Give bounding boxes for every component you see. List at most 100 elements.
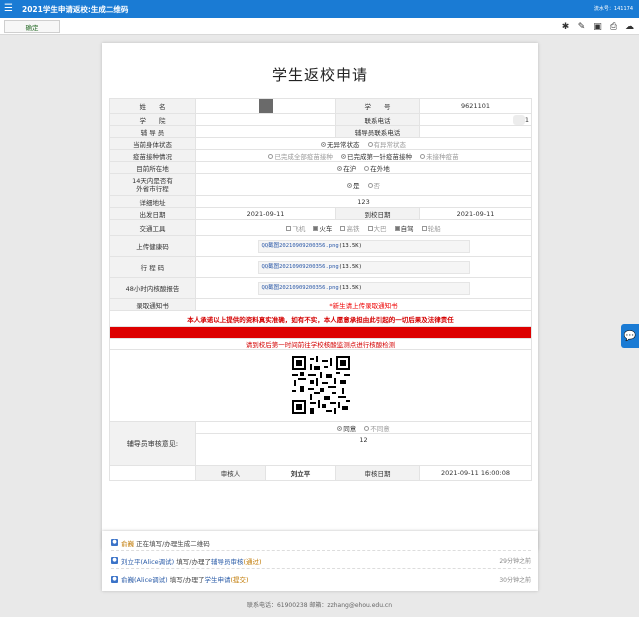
- review-date-value: 2021-09-11 16:00:08: [418, 465, 533, 481]
- log-user[interactable]: 刘立平(Alice调试): [121, 556, 174, 566]
- log-status: (提交): [230, 576, 249, 584]
- user-icon: ●: [111, 539, 118, 546]
- address-label: 详细地址: [109, 195, 196, 208]
- vaccine-label: 疫苗接种情况: [109, 149, 196, 162]
- log-step: 学生申请: [204, 576, 231, 584]
- counselor-phone-field[interactable]: [418, 125, 533, 138]
- trip-code-cell: QQ截图20210909200356.png(13.5K): [194, 256, 533, 278]
- review-label: 辅导员审核意见:: [109, 421, 196, 466]
- location-option-shanghai[interactable]: 在沪: [337, 165, 356, 173]
- workflow-log: ● 俞巍 正在填写/办理 生成二维码 ● 刘立平(Alice调试) 填写/办理了…: [102, 531, 538, 591]
- vaccine-option-none[interactable]: 未接种疫苗: [420, 153, 459, 161]
- save-icon[interactable]: ▣: [592, 21, 603, 32]
- transport-highspeed[interactable]: 高铁: [340, 225, 359, 233]
- transport-label: 交通工具: [109, 219, 196, 236]
- user-icon: ●: [111, 575, 118, 583]
- college-field[interactable]: [195, 113, 336, 126]
- review-option-disagree[interactable]: 不同意: [364, 425, 390, 433]
- log-action: 填写/办理了: [169, 576, 205, 584]
- log-user[interactable]: 俞巍: [121, 538, 134, 548]
- contact-phone-label: 联系电话: [335, 113, 420, 126]
- vaccine-option-full[interactable]: 已完成全部疫苗接种: [268, 153, 333, 161]
- print-icon[interactable]: ⎙: [608, 21, 619, 32]
- counselor-label: 辅 导 员: [109, 125, 196, 138]
- transport-plane[interactable]: 飞机: [286, 225, 305, 233]
- location-options: 在沪 在外地: [194, 161, 533, 174]
- redacted-blur: [512, 114, 525, 125]
- depart-value: 2021-09-11: [195, 207, 336, 220]
- location-option-outside[interactable]: 在外地: [364, 165, 390, 173]
- transport-train[interactable]: 火车: [313, 225, 332, 233]
- health-label: 当前身体状态: [109, 137, 196, 150]
- transport-ship[interactable]: 轮船: [421, 225, 441, 233]
- name-label: 姓 名: [109, 98, 196, 114]
- trip-code-file[interactable]: QQ截图20210909200356.png(13.5K): [257, 260, 470, 274]
- qr-code: [291, 355, 350, 414]
- vaccine-options: 已完成全部疫苗接种 已完成第一针疫苗接种 未接种疫苗: [194, 149, 533, 162]
- log-step: 生成二维码: [177, 539, 210, 548]
- log-item: ● 刘立平(Alice调试) 填写/办理了 辅导员审核 (通过) 29分钟之前: [111, 553, 531, 569]
- transport-car[interactable]: 自驾: [394, 225, 414, 233]
- contact-phone-value: 1: [418, 113, 533, 126]
- review-option-agree[interactable]: 同意: [337, 425, 356, 433]
- promise-text: 本人承诺以上提供的资料真实准确，如有不实，本人愿意承担由此引起的一切后果及法律责…: [108, 310, 533, 327]
- chat-icon[interactable]: 💬: [621, 324, 639, 348]
- red-banner: [108, 326, 533, 339]
- location-label: 目前所在地: [109, 161, 196, 174]
- review-spacer: [109, 465, 196, 481]
- address-value: 123: [194, 195, 533, 208]
- counselor-field[interactable]: [195, 125, 336, 138]
- edit-icon[interactable]: ✎: [576, 21, 587, 32]
- form-paper: 学生返校申请 姓 名 学 号 9621101 学 院 联系电话 1 辅 导 员 …: [102, 43, 538, 550]
- toolbar: 确定 ✱ ✎ ▣ ⎙ ☁: [0, 18, 639, 35]
- redacted-block: [258, 99, 273, 113]
- admission-note: *新生请上传录取通知书: [194, 298, 533, 311]
- transport-bus[interactable]: 大巴: [367, 225, 387, 233]
- arrive-label: 到校日期: [335, 207, 420, 220]
- college-label: 学 院: [109, 113, 196, 126]
- student-no-label: 学 号: [335, 98, 420, 114]
- health-code-label: 上传健康码: [109, 235, 196, 257]
- window-title: 2021学生申请返校:生成二维码: [22, 4, 129, 14]
- log-item: ● 俞巍(Alice调试) 填写/办理了 学生申请 (提交) 30分钟之前: [111, 571, 531, 587]
- qr-cell: [108, 349, 533, 422]
- log-user[interactable]: 俞巍(Alice调试): [121, 574, 168, 584]
- student-no-value: 9621101: [418, 98, 533, 114]
- cloud-icon[interactable]: ☁: [624, 21, 635, 32]
- confirm-button[interactable]: 确定: [4, 20, 60, 33]
- trip-code-label: 行 程 码: [109, 256, 196, 278]
- notice-text: 请到校后第一时间前往学校核酸监测点进行核酸检测: [108, 338, 533, 350]
- name-field[interactable]: [195, 98, 336, 114]
- log-action: 填写/办理了: [176, 557, 211, 566]
- footer-contact: 联系电话：61900238 邮箱：zzhang@ehou.edu.cn: [246, 602, 393, 609]
- nucleic-file[interactable]: QQ截图20210909200356.png(13.5K): [257, 281, 470, 295]
- depart-label: 出发日期: [109, 207, 196, 220]
- health-code-cell: QQ截图20210909200356.png(13.5K): [194, 235, 533, 257]
- log-status: (通过): [243, 557, 262, 566]
- review-date-label: 审核日期: [335, 465, 420, 481]
- trip14-option-yes[interactable]: 是: [346, 182, 359, 190]
- application-form: 姓 名 学 号 9621101 学 院 联系电话 1 辅 导 员 辅导员联系电话…: [108, 98, 533, 481]
- nucleic-cell: QQ截图20210909200356.png(13.5K): [194, 277, 533, 299]
- health-option-abnormal[interactable]: 有异常状态: [367, 141, 406, 149]
- menu-icon[interactable]: ☰: [4, 4, 16, 14]
- admission-label: 录取通知书: [109, 298, 196, 311]
- trip14-label: 14天内是否有 外省市行程: [109, 173, 196, 196]
- vaccine-option-first[interactable]: 已完成第一针疫苗接种: [341, 153, 412, 161]
- health-code-file[interactable]: QQ截图20210909200356.png(13.5K): [257, 239, 470, 253]
- reviewer-value: 刘立平: [265, 465, 336, 481]
- form-title: 学生返校申请: [271, 66, 368, 84]
- bug-icon[interactable]: ✱: [560, 21, 571, 32]
- counselor-phone-label: 辅导员联系电话: [335, 125, 420, 138]
- health-option-normal[interactable]: 无异常状态: [320, 141, 359, 149]
- trip14-option-no[interactable]: 否: [367, 182, 380, 190]
- review-comment: 12: [194, 433, 533, 466]
- transport-options: 飞机 火车 高铁 大巴 自驾 轮船: [194, 219, 533, 236]
- arrive-value: 2021-09-11: [418, 207, 533, 220]
- log-action: 正在填写/办理: [136, 539, 178, 548]
- log-item: ● 俞巍 正在填写/办理 生成二维码: [111, 535, 531, 551]
- trip14-options: 是 否: [194, 173, 533, 196]
- reviewer-label: 审核人: [195, 465, 266, 481]
- log-time: 30分钟之前: [499, 576, 531, 584]
- log-time: 29分钟之前: [499, 558, 531, 565]
